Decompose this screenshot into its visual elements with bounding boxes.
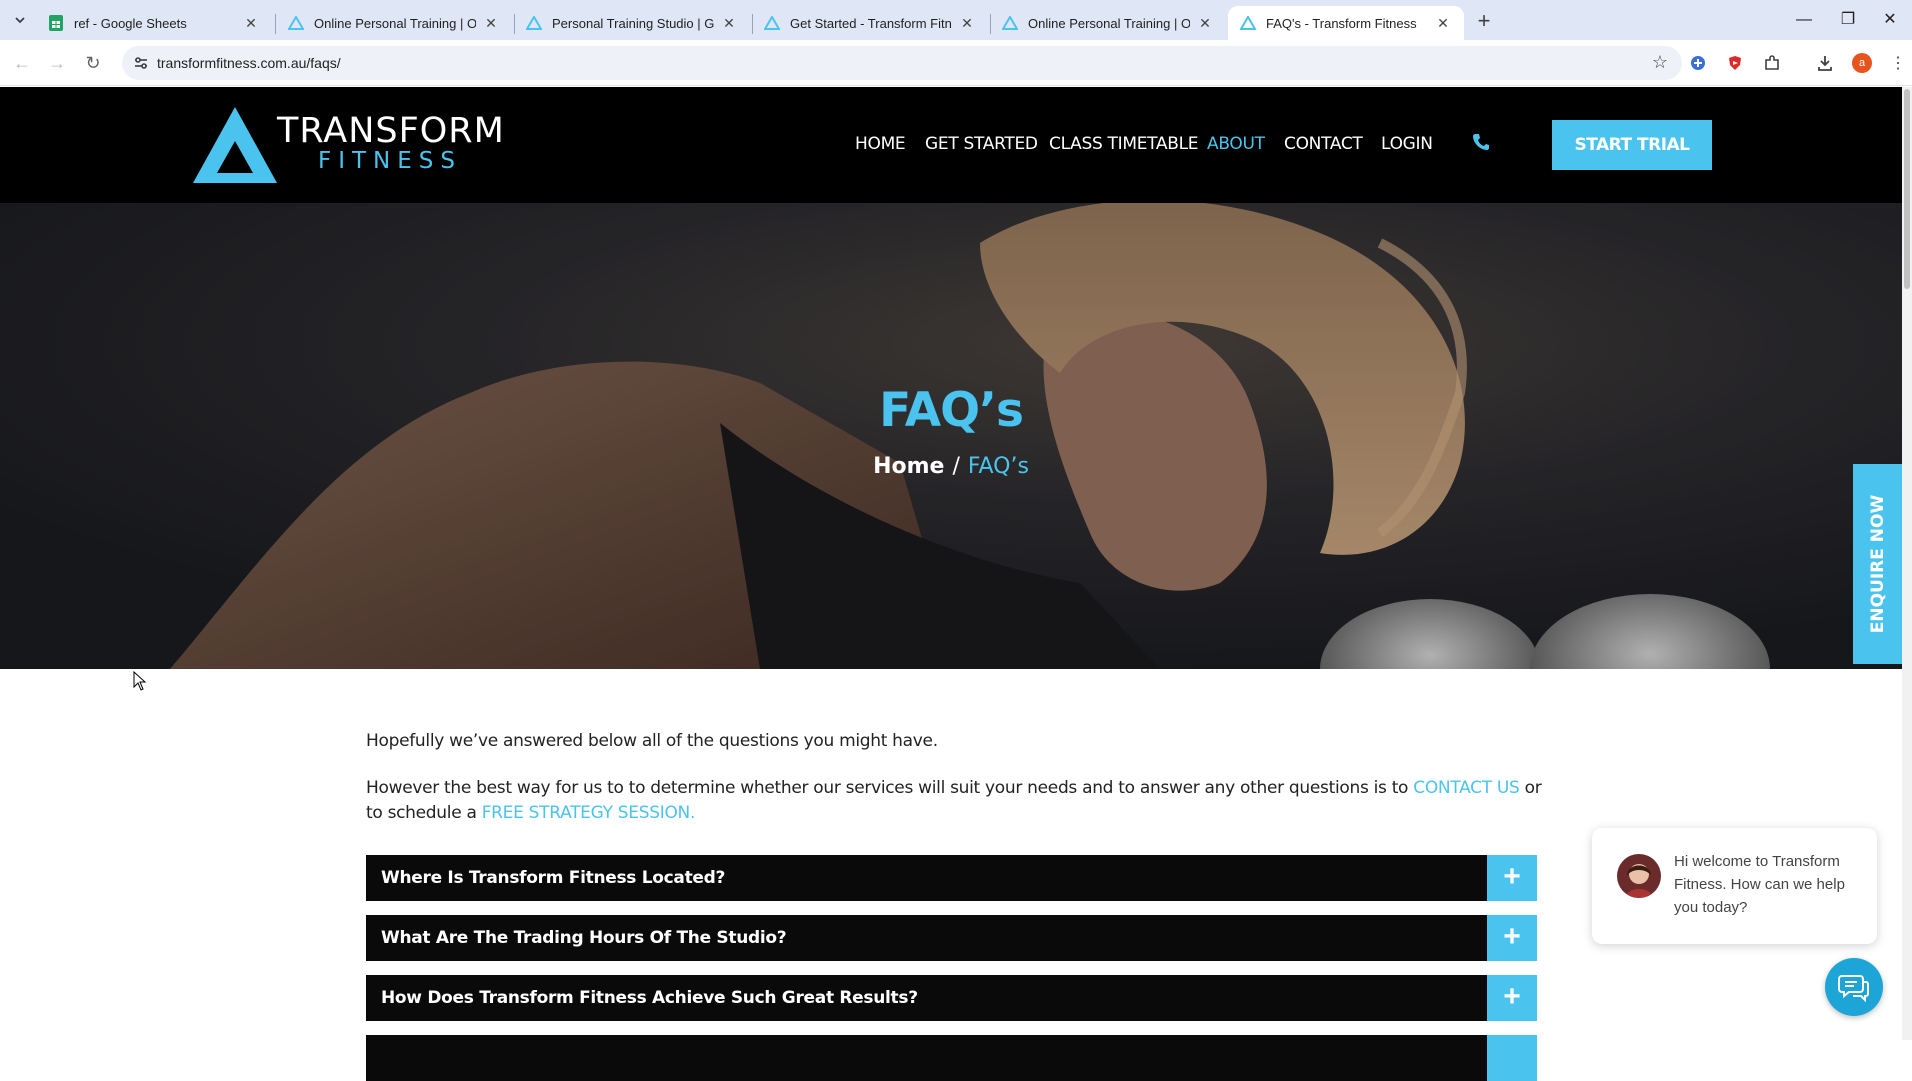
browser-tab-1[interactable]: ref - Google Sheets ✕ <box>36 6 272 40</box>
tab-search-chevron-icon[interactable] <box>8 8 32 32</box>
browser-menu-icon[interactable]: ⋮ <box>1888 53 1908 73</box>
url-text: transformfitness.com.au/faqs/ <box>157 55 341 71</box>
minimize-icon[interactable]: — <box>1782 4 1826 36</box>
close-tab-icon[interactable]: ✕ <box>242 15 260 32</box>
chat-agent-avatar <box>1617 854 1661 898</box>
faq-item-partial[interactable] <box>366 1035 1537 1081</box>
nav-class-timetable[interactable]: CLASS TIMETABLE <box>1049 134 1199 154</box>
puzzle-extensions-icon[interactable] <box>1762 53 1782 73</box>
logo-triangle-icon <box>193 107 277 183</box>
nav-get-started[interactable]: GET STARTED <box>925 134 1038 154</box>
transform-fitness-icon <box>526 15 542 31</box>
transform-fitness-icon <box>1240 15 1256 31</box>
reload-icon[interactable]: ↻ <box>78 48 108 78</box>
faq-question: Where Is Transform Fitness Located? <box>381 868 726 888</box>
site-info-icon[interactable] <box>132 54 150 72</box>
transform-fitness-icon <box>1002 15 1018 31</box>
browser-tab-5[interactable]: Online Personal Training | Onlin ✕ <box>990 6 1226 40</box>
page-title: FAQ’s <box>879 383 1024 438</box>
tab-title: Online Personal Training | Onlin <box>1028 15 1190 31</box>
close-tab-icon[interactable]: ✕ <box>958 15 976 32</box>
back-arrow-icon[interactable]: ← <box>7 48 37 78</box>
paragraph-text: However the best way for us to to determ… <box>366 778 1409 798</box>
nav-about[interactable]: ABOUT <box>1207 134 1265 154</box>
chat-welcome-message: Hi welcome to Transform Fitness. How can… <box>1674 853 1845 916</box>
page-scrollbar[interactable] <box>1902 87 1912 1040</box>
contact-us-link[interactable]: CONTACT US <box>1413 778 1520 798</box>
extension-icon[interactable] <box>1688 53 1708 73</box>
faq-intro-text: Hopefully we’ve answered below all of th… <box>366 731 938 751</box>
expand-plus-icon[interactable] <box>1487 1035 1537 1081</box>
breadcrumb-current: FAQ’s <box>967 454 1029 479</box>
faq-item[interactable]: What Are The Trading Hours Of The Studio… <box>366 915 1537 961</box>
close-tab-icon[interactable]: ✕ <box>482 15 500 32</box>
browser-tab-active[interactable]: FAQ's - Transform Fitness ✕ <box>1228 6 1464 40</box>
nav-contact[interactable]: CONTACT <box>1284 134 1363 154</box>
tab-title: FAQ's - Transform Fitness <box>1266 15 1417 31</box>
chat-welcome-bubble[interactable]: Hi welcome to Transform Fitness. How can… <box>1592 828 1877 944</box>
phone-icon[interactable] <box>1472 133 1490 151</box>
browser-tab-2[interactable]: Online Personal Training | Onlin ✕ <box>276 6 512 40</box>
shield-extension-icon[interactable] <box>1725 53 1745 73</box>
close-tab-icon[interactable]: ✕ <box>1196 15 1214 32</box>
mouse-cursor-icon <box>133 671 147 691</box>
browser-tab-4[interactable]: Get Started - Transform Fitness ✕ <box>752 6 988 40</box>
browser-toolbar: ← → ↻ transformfitness.com.au/faqs/ ☆ a … <box>0 40 1912 86</box>
enquire-now-label: ENQUIRE NOW <box>1867 494 1888 634</box>
tab-title: Online Personal Training | Onlin <box>314 15 476 31</box>
breadcrumb: Home / FAQ’s <box>0 454 1902 479</box>
address-bar[interactable]: transformfitness.com.au/faqs/ ☆ <box>122 46 1682 80</box>
faq-question: How Does Transform Fitness Achieve Such … <box>381 988 918 1008</box>
transform-fitness-icon <box>764 15 780 31</box>
logo-wordmark-transform: TRANSFORM <box>277 111 505 151</box>
faq-contact-paragraph: However the best way for us to to determ… <box>366 776 1546 826</box>
logo-wordmark-fitness: FITNESS <box>318 148 462 174</box>
nav-home[interactable]: HOME <box>855 134 906 154</box>
expand-plus-icon[interactable]: + <box>1487 855 1537 901</box>
profile-avatar[interactable]: a <box>1852 53 1872 73</box>
sheets-icon <box>48 15 64 31</box>
browser-tab-3[interactable]: Personal Training Studio | Grou ✕ <box>514 6 750 40</box>
close-tab-icon[interactable]: ✕ <box>720 15 738 32</box>
restore-icon[interactable]: ❐ <box>1826 4 1870 36</box>
faq-item[interactable]: Where Is Transform Fitness Located? + <box>366 855 1537 901</box>
new-tab-button[interactable]: + <box>1470 8 1498 36</box>
close-tab-icon[interactable]: ✕ <box>1434 15 1452 32</box>
breadcrumb-separator: / <box>952 454 960 479</box>
hero-banner: FAQ’s Home / FAQ’s <box>0 203 1902 669</box>
site-header: TRANSFORM FITNESS HOME GET STARTED CLASS… <box>0 87 1902 203</box>
close-window-icon[interactable]: ✕ <box>1868 4 1912 36</box>
chat-bubbles-icon <box>1838 975 1869 1002</box>
bookmark-star-icon[interactable]: ☆ <box>1652 52 1668 73</box>
browser-tabstrip: ref - Google Sheets ✕ Online Personal Tr… <box>0 0 1912 40</box>
expand-plus-icon[interactable]: + <box>1487 915 1537 961</box>
breadcrumb-home-link[interactable]: Home <box>873 454 944 479</box>
enquire-now-tab[interactable]: ENQUIRE NOW <box>1853 464 1902 664</box>
tab-title: Get Started - Transform Fitness <box>790 15 952 31</box>
nav-login[interactable]: LOGIN <box>1381 134 1433 154</box>
tab-title: ref - Google Sheets <box>74 15 187 31</box>
chat-launcher-button[interactable] <box>1825 958 1883 1016</box>
faq-question: What Are The Trading Hours Of The Studio… <box>381 928 787 948</box>
transform-fitness-icon <box>288 15 304 31</box>
expand-plus-icon[interactable]: + <box>1487 975 1537 1021</box>
site-logo[interactable]: TRANSFORM FITNESS <box>193 105 504 185</box>
start-trial-button[interactable]: START TRIAL <box>1552 120 1712 170</box>
download-icon[interactable] <box>1815 53 1835 73</box>
faq-item[interactable]: How Does Transform Fitness Achieve Such … <box>366 975 1537 1021</box>
tab-title: Personal Training Studio | Grou <box>552 15 714 31</box>
forward-arrow-icon[interactable]: → <box>42 48 72 78</box>
scrollbar-thumb[interactable] <box>1904 89 1910 289</box>
free-strategy-session-link[interactable]: FREE STRATEGY SESSION. <box>482 803 696 823</box>
